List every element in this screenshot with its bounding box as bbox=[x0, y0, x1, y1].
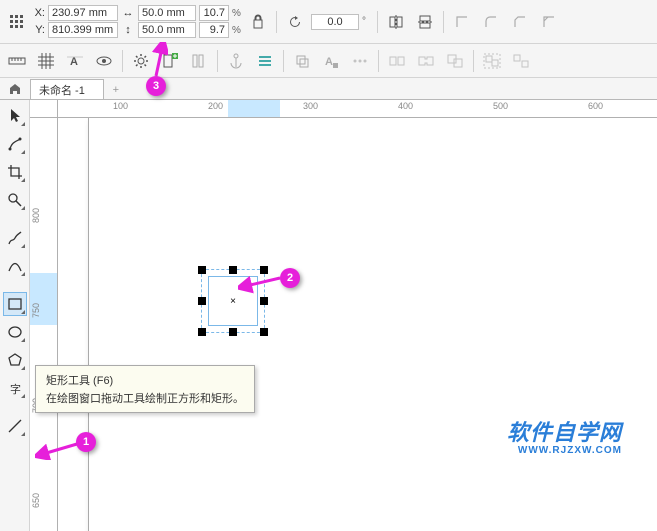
text-tool[interactable]: 字 bbox=[3, 376, 27, 400]
scale-x-input[interactable]: 10.7 bbox=[199, 5, 229, 21]
svg-text:A: A bbox=[325, 56, 333, 68]
watermark-title: 软件自学网 bbox=[507, 415, 622, 447]
toolbox: 字 bbox=[0, 100, 30, 531]
rotation-input[interactable]: 0.0 bbox=[311, 14, 359, 30]
corner-4-icon[interactable] bbox=[536, 9, 562, 35]
rectangle-tool[interactable] bbox=[3, 292, 27, 316]
overflow-icon[interactable] bbox=[347, 48, 373, 74]
secondary-toolbar: A A bbox=[0, 44, 657, 78]
polygon-tool[interactable] bbox=[3, 348, 27, 372]
vertical-ruler[interactable]: 800 750 700 650 bbox=[30, 118, 58, 531]
corner-1-icon[interactable] bbox=[449, 9, 475, 35]
watermark-url: WWW.RJZXW.COM bbox=[507, 445, 622, 456]
property-bar: X: 230.97 mm Y: 810.399 mm ↔ 50.0 mm ↕ 5… bbox=[0, 0, 657, 44]
object-order-icon[interactable] bbox=[289, 48, 315, 74]
height-input[interactable]: 50.0 mm bbox=[138, 22, 196, 38]
x-position-input[interactable]: 230.97 mm bbox=[48, 5, 118, 21]
grid-icon[interactable] bbox=[33, 48, 59, 74]
x-label: X: bbox=[33, 7, 45, 19]
ungroup-icon[interactable] bbox=[508, 48, 534, 74]
crop-tool[interactable] bbox=[3, 160, 27, 184]
pick-tool[interactable] bbox=[3, 104, 27, 128]
tooltip-description: 在绘图窗口拖动工具绘制正方形和矩形。 bbox=[46, 390, 244, 406]
horizontal-ruler[interactable]: 100 200 300 400 500 600 bbox=[58, 100, 657, 118]
mirror-h-button[interactable] bbox=[383, 9, 409, 35]
zoom-tool[interactable] bbox=[3, 188, 27, 212]
percent-label: % bbox=[232, 25, 242, 36]
page-border bbox=[88, 118, 657, 531]
tooltip-title: 矩形工具 (F6) bbox=[46, 372, 244, 388]
width-input[interactable]: 50.0 mm bbox=[138, 5, 196, 21]
add-tab-button[interactable]: + bbox=[106, 81, 126, 99]
artistic-media-tool[interactable] bbox=[3, 254, 27, 278]
position-group: X: 230.97 mm Y: 810.399 mm bbox=[33, 5, 118, 38]
mirror-v-button[interactable] bbox=[412, 9, 438, 35]
corner-2-icon[interactable] bbox=[478, 9, 504, 35]
svg-text:字: 字 bbox=[10, 382, 21, 396]
width-icon: ↔ bbox=[121, 7, 135, 19]
shape-tool[interactable] bbox=[3, 132, 27, 156]
corner-3-icon[interactable] bbox=[507, 9, 533, 35]
view-mode-icon[interactable] bbox=[91, 48, 117, 74]
line-tool[interactable] bbox=[3, 414, 27, 438]
scale-group: 10.7 % 9.7 % bbox=[199, 5, 242, 38]
document-tabs: 未命名 -1 + bbox=[0, 78, 657, 100]
annotation-badge-3: 3 bbox=[146, 76, 166, 96]
resize-handle-mr[interactable] bbox=[260, 297, 268, 305]
combine-icon[interactable] bbox=[384, 48, 410, 74]
drawing-canvas[interactable]: × bbox=[58, 118, 657, 531]
align-justify-icon[interactable] bbox=[252, 48, 278, 74]
size-group: ↔ 50.0 mm ↕ 50.0 mm bbox=[121, 5, 196, 38]
percent-label: % bbox=[232, 8, 242, 19]
canvas-area: 100 200 300 400 500 600 800 750 700 650 … bbox=[30, 100, 657, 531]
text-grid-icon[interactable]: A bbox=[62, 48, 88, 74]
degree-label: ° bbox=[362, 16, 372, 27]
watermark: 软件自学网 WWW.RJZXW.COM bbox=[507, 415, 622, 456]
resize-handle-tl[interactable] bbox=[198, 266, 206, 274]
resize-handle-ml[interactable] bbox=[198, 297, 206, 305]
ellipse-tool[interactable] bbox=[3, 320, 27, 344]
workspace: 字 100 200 300 400 500 600 800 750 700 65… bbox=[0, 100, 657, 531]
ruler-settings-icon[interactable] bbox=[4, 48, 30, 74]
y-label: Y: bbox=[33, 24, 45, 36]
columns-icon[interactable] bbox=[186, 48, 212, 74]
home-icon[interactable] bbox=[6, 80, 24, 98]
group-icon[interactable] bbox=[479, 48, 505, 74]
origin-grid-icon[interactable] bbox=[4, 9, 30, 35]
resize-handle-br[interactable] bbox=[260, 328, 268, 336]
lock-ratio-button[interactable] bbox=[245, 9, 271, 35]
resize-handle-bm[interactable] bbox=[229, 328, 237, 336]
tab-document-1[interactable]: 未命名 -1 bbox=[30, 79, 104, 99]
annotation-badge-2: 2 bbox=[280, 268, 300, 288]
annotation-badge-1: 1 bbox=[76, 432, 96, 452]
y-position-input[interactable]: 810.399 mm bbox=[48, 22, 118, 38]
trim-icon[interactable] bbox=[442, 48, 468, 74]
svg-text:A: A bbox=[70, 56, 78, 68]
weld-icon[interactable] bbox=[413, 48, 439, 74]
ruler-corner[interactable] bbox=[30, 100, 58, 118]
anchor-icon[interactable] bbox=[223, 48, 249, 74]
resize-handle-tm[interactable] bbox=[229, 266, 237, 274]
freehand-tool[interactable] bbox=[3, 226, 27, 250]
resize-handle-bl[interactable] bbox=[198, 328, 206, 336]
scale-y-input[interactable]: 9.7 bbox=[199, 22, 229, 38]
text-fill-icon[interactable]: A bbox=[318, 48, 344, 74]
height-icon: ↕ bbox=[121, 24, 135, 36]
tool-tooltip: 矩形工具 (F6) 在绘图窗口拖动工具绘制正方形和矩形。 bbox=[35, 365, 255, 413]
rotate-icon[interactable] bbox=[282, 9, 308, 35]
